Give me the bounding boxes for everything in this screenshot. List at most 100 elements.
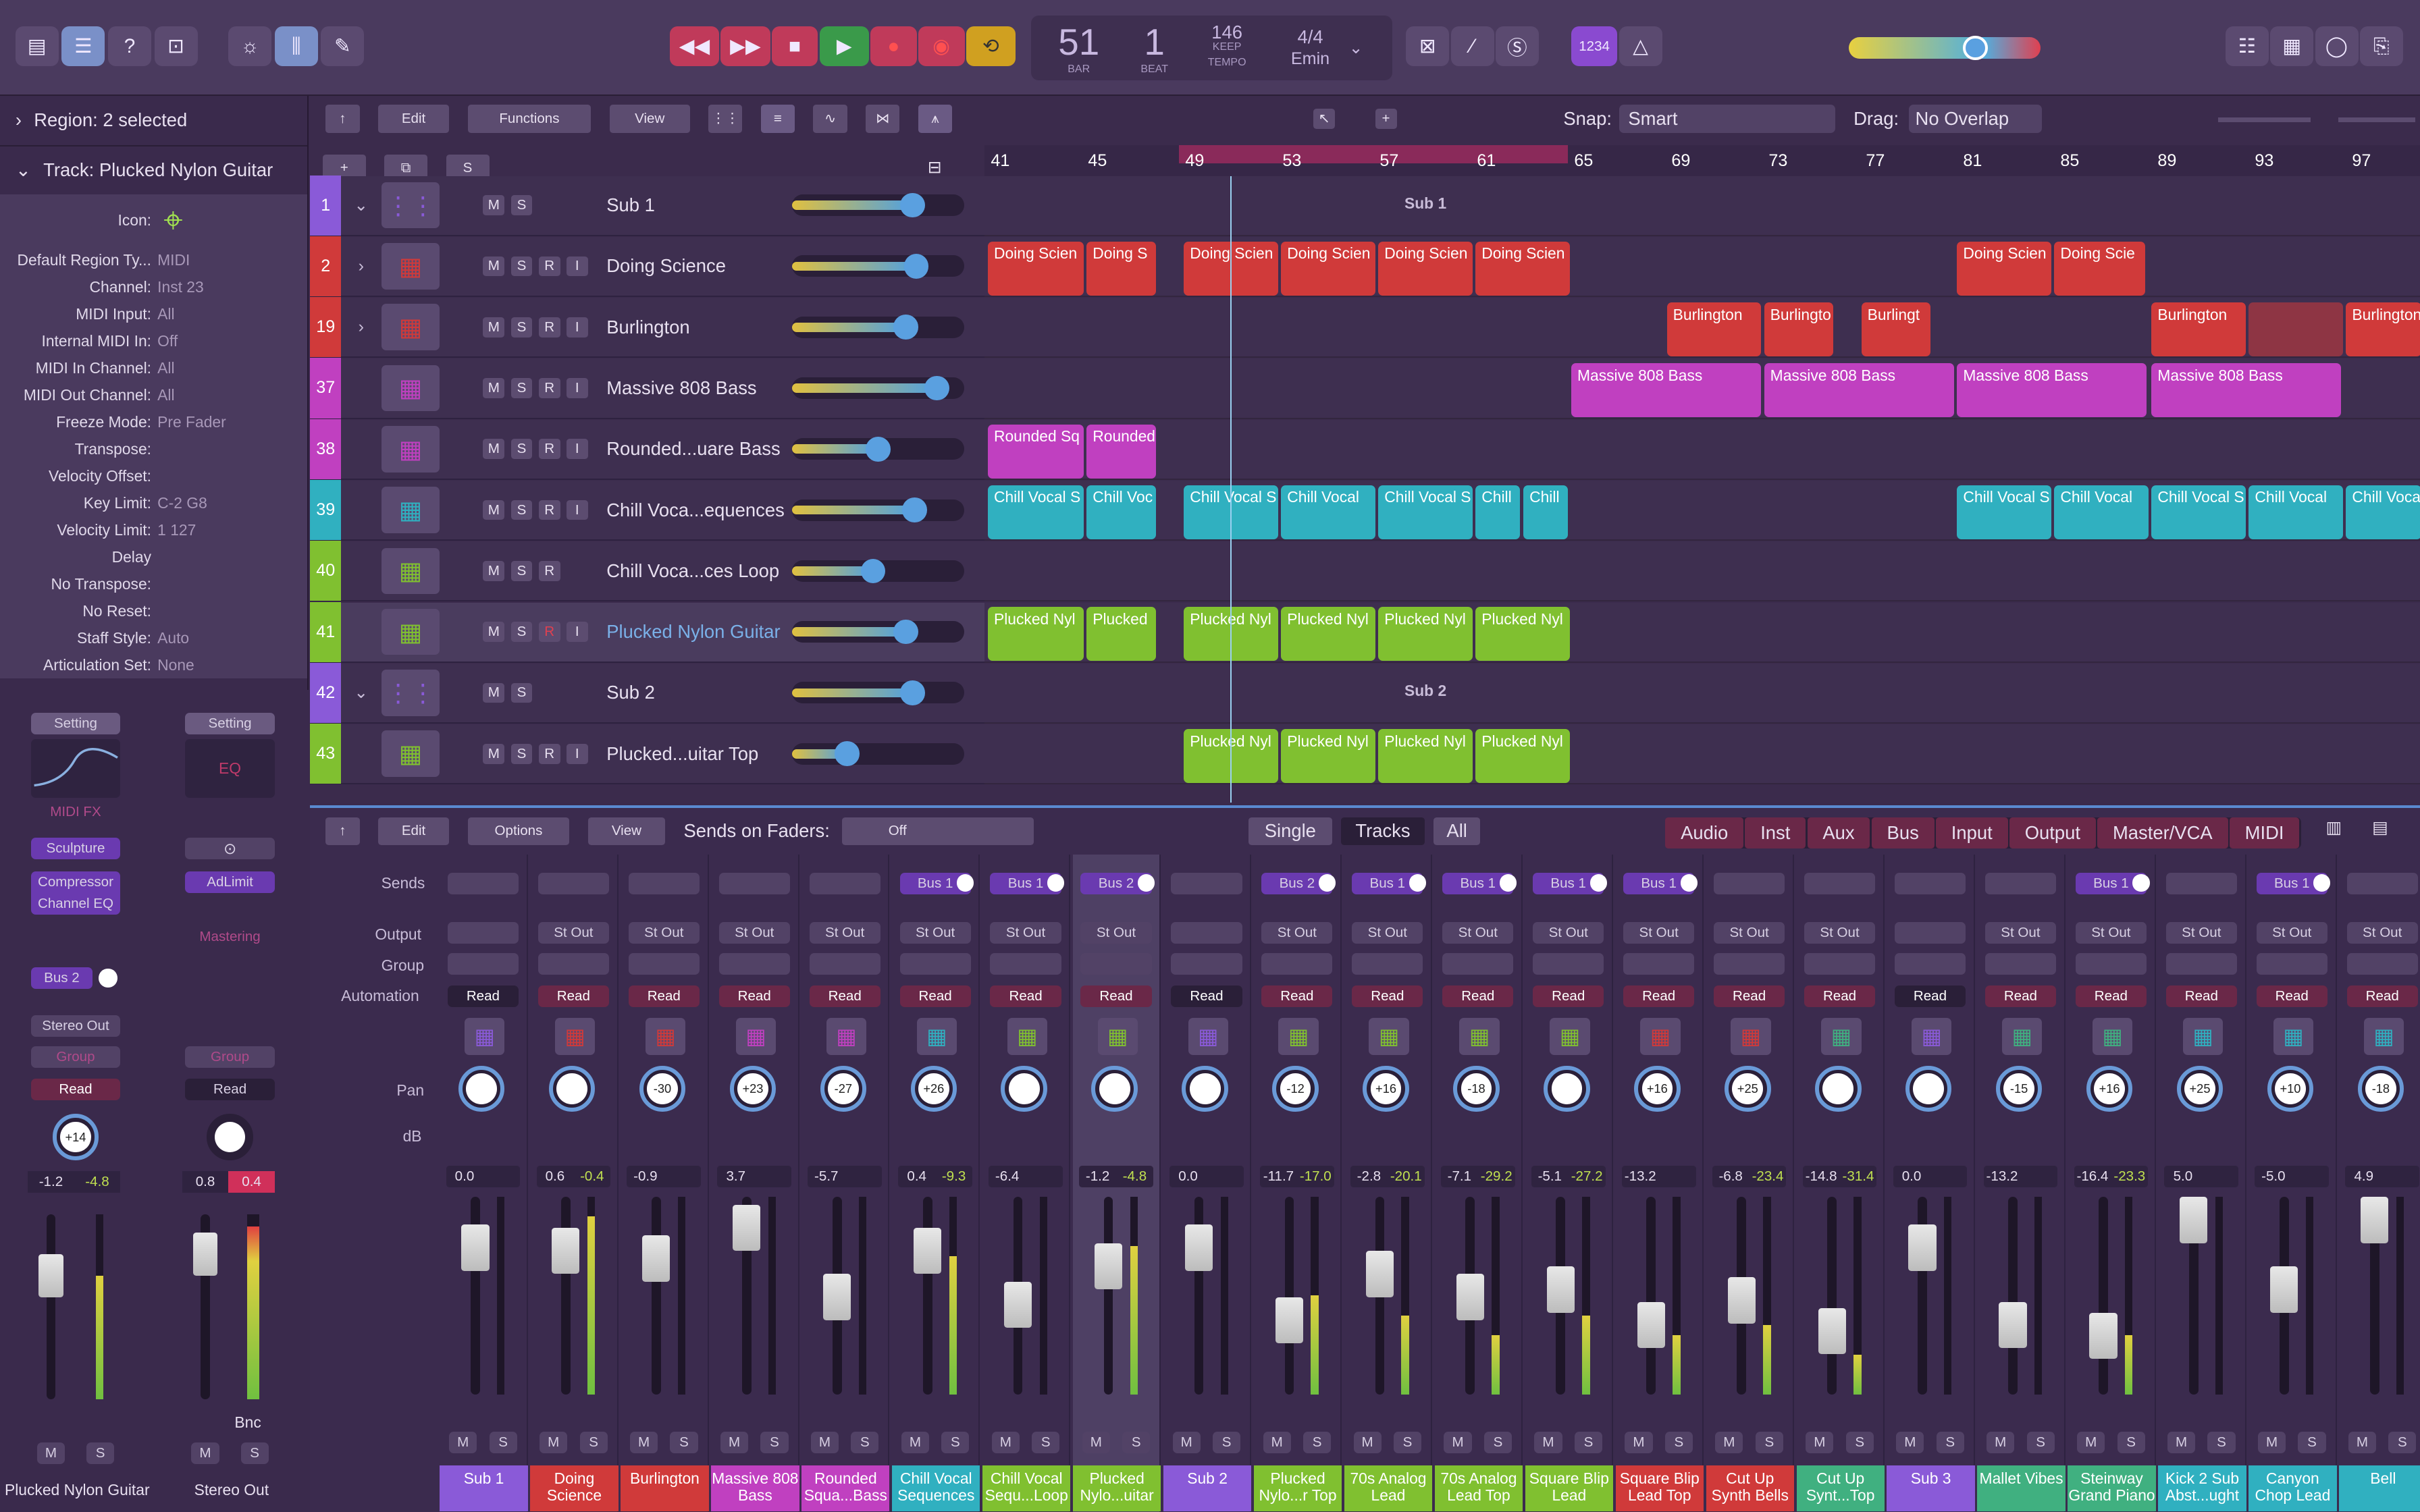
mute-button[interactable]: M: [1172, 1431, 1201, 1453]
track-s-button[interactable]: S: [510, 317, 533, 338]
solo-button[interactable]: S: [1483, 1431, 1512, 1453]
channel-icon[interactable]: ▦: [1821, 1017, 1862, 1055]
group-slot[interactable]: [447, 952, 519, 975]
capture-record-icon[interactable]: ◉: [918, 26, 965, 67]
volume-fader-cap[interactable]: [1275, 1297, 1304, 1344]
output-slot[interactable]: St Out: [2165, 922, 2237, 944]
track-s-button[interactable]: S: [510, 500, 533, 520]
channel-icon[interactable]: ▦: [645, 1017, 686, 1055]
inspector-param-row[interactable]: Key Limit: C-2 G8: [0, 490, 307, 517]
inspector-param-row[interactable]: Freeze Mode: Pre Fader: [0, 409, 307, 436]
midi-region[interactable]: Massive 808 Bass: [2151, 363, 2342, 418]
view-menu[interactable]: View: [609, 105, 690, 133]
mute-button-2[interactable]: M: [191, 1442, 219, 1465]
count-in-button[interactable]: 1234: [1571, 26, 1618, 67]
midi-region[interactable]: Burlington: [1666, 302, 1761, 356]
output-slot[interactable]: St Out: [537, 922, 609, 944]
pan-knob[interactable]: +16: [2086, 1065, 2133, 1112]
volume-fader-track[interactable]: [561, 1197, 571, 1395]
channel-icon[interactable]: ▦: [2182, 1017, 2224, 1055]
solo-button[interactable]: S: [2298, 1431, 2326, 1453]
volume-fader-track[interactable]: [1284, 1197, 1294, 1395]
output-slot[interactable]: St Out: [1261, 922, 1333, 944]
stop-icon[interactable]: ■: [771, 26, 818, 67]
track-name[interactable]: Sub 1: [606, 194, 791, 216]
track-lane[interactable]: Sub 1: [984, 176, 2420, 236]
inspector-param-row[interactable]: MIDI Input: All: [0, 301, 307, 328]
volume-fader-cap[interactable]: [914, 1227, 942, 1274]
solo-button[interactable]: S: [760, 1431, 789, 1453]
track-icon[interactable]: ⋮⋮: [381, 670, 440, 716]
group-slot[interactable]: [2346, 952, 2418, 975]
solo-button[interactable]: S: [1303, 1431, 1332, 1453]
output-slot[interactable]: St Out: [990, 922, 1061, 944]
automation-mode[interactable]: Read: [1080, 985, 1152, 1007]
track-r-button[interactable]: R: [538, 560, 560, 581]
volume-fader-cap[interactable]: [1999, 1301, 2027, 1349]
output-slot[interactable]: St Out: [1533, 922, 1604, 944]
zoom-slider-h[interactable]: [2217, 117, 2311, 122]
pan-knob[interactable]: [548, 1065, 596, 1112]
audio-fx-compressor[interactable]: Compressor: [30, 871, 121, 894]
track-volume-slider[interactable]: [791, 254, 965, 279]
volume-fader-cap[interactable]: [1727, 1276, 1756, 1324]
track-volume-slider[interactable]: [791, 497, 965, 522]
pan-knob[interactable]: [1182, 1065, 1228, 1112]
output-slot[interactable]: St Out: [1442, 922, 1514, 944]
track-i-button[interactable]: I: [566, 378, 588, 398]
sends-on-faders-select[interactable]: Off: [842, 817, 1034, 845]
volume-fader-track[interactable]: [1646, 1197, 1656, 1395]
notepad-icon[interactable]: ▦: [2270, 26, 2314, 67]
output-slot[interactable]: St Out: [718, 922, 790, 944]
inspector-toggle-icon[interactable]: ☰: [61, 26, 105, 67]
send-knob[interactable]: [1680, 874, 1698, 892]
send-knob[interactable]: [1047, 874, 1065, 892]
automation-mode[interactable]: Read: [537, 985, 609, 1007]
channel-icon[interactable]: ▦: [464, 1017, 505, 1055]
inspector-param-row[interactable]: Delay: [0, 544, 307, 571]
track-header[interactable]: ⌄ Track: Plucked Nylon Guitar: [0, 144, 308, 194]
volume-fader-cap[interactable]: [733, 1204, 761, 1251]
filter-input[interactable]: Input: [1935, 817, 2008, 848]
track-header-row[interactable]: 37 ▦ M S R I Massive 808 Bass: [310, 358, 985, 419]
automation-mode[interactable]: Read: [1352, 985, 1423, 1007]
play-icon[interactable]: ▶: [819, 26, 869, 67]
automation-mode[interactable]: Read: [2165, 985, 2237, 1007]
track-m-button[interactable]: M: [483, 682, 505, 703]
track-m-button[interactable]: M: [483, 195, 505, 215]
track-header-row[interactable]: 2 › ▦ M S R I Doing Science: [310, 236, 985, 297]
pan-knob[interactable]: +16: [1634, 1065, 1681, 1112]
master-volume-slider[interactable]: [1849, 35, 2041, 61]
track-r-button[interactable]: R: [538, 439, 560, 460]
mute-button[interactable]: M: [36, 1442, 65, 1465]
browser-icon[interactable]: ⎘: [2359, 26, 2403, 67]
output-slot[interactable]: St Out: [1080, 922, 1152, 944]
track-icon[interactable]: ▦: [381, 304, 440, 350]
track-m-button[interactable]: M: [483, 560, 505, 581]
inspector-param-row[interactable]: Velocity Offset:: [0, 463, 307, 490]
channel-icon[interactable]: ▦: [2092, 1017, 2133, 1055]
track-volume-slider[interactable]: [791, 680, 965, 705]
output-slot[interactable]: Stereo Out: [30, 1015, 121, 1037]
solo-button[interactable]: S: [86, 1442, 115, 1465]
channel-icon[interactable]: ▦: [1459, 1017, 1500, 1055]
track-icon[interactable]: ▦: [381, 487, 440, 533]
track-volume-knob[interactable]: [835, 741, 860, 766]
track-volume-knob[interactable]: [893, 315, 918, 340]
smart-controls-icon[interactable]: ☼: [228, 26, 272, 67]
midi-region[interactable]: Doing Scie: [2054, 241, 2146, 296]
track-header-row[interactable]: 38 ▦ M S R I Rounded...uare Bass: [310, 418, 985, 480]
solo-button[interactable]: S: [1755, 1431, 1783, 1453]
pointer-tool-icon[interactable]: ↖: [1313, 109, 1336, 129]
automation-mode[interactable]: Read: [990, 985, 1061, 1007]
eq-thumbnail[interactable]: [30, 738, 121, 798]
pan-knob[interactable]: +16: [1363, 1065, 1409, 1112]
list-editors-icon[interactable]: ☷: [2225, 26, 2269, 67]
edit-menu[interactable]: Edit: [377, 105, 450, 133]
mute-button[interactable]: M: [630, 1431, 658, 1453]
mute-button[interactable]: M: [1806, 1431, 1834, 1453]
output-slot[interactable]: St Out: [2256, 922, 2327, 944]
functions-menu[interactable]: Functions: [467, 105, 591, 133]
output-slot[interactable]: [1894, 922, 1966, 944]
volume-fader-track[interactable]: [652, 1197, 661, 1395]
